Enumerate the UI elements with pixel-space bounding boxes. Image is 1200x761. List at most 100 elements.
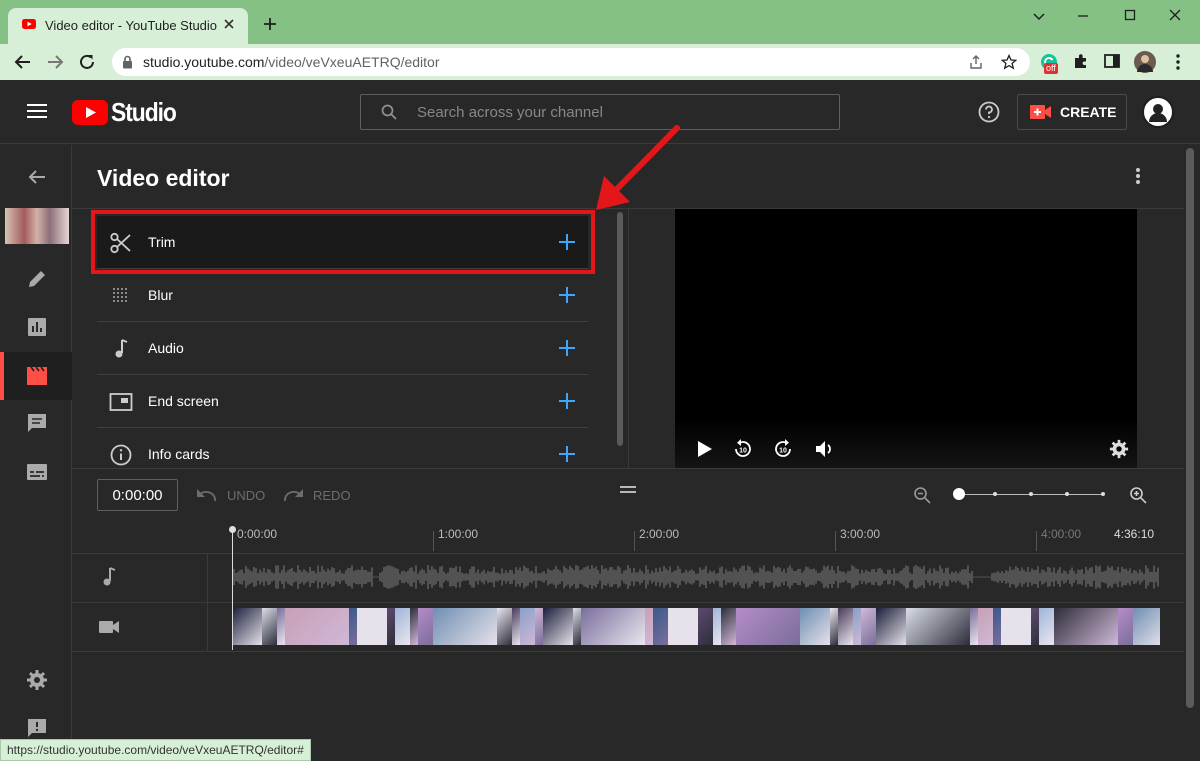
send-feedback-icon[interactable] [26,717,48,739]
channel-avatar[interactable] [1142,96,1174,128]
filmstrip-frame [410,608,418,645]
audio-track-music-icon [103,567,116,586]
filmstrip-frame [698,608,713,645]
filmstrip-frame [1031,608,1039,645]
analytics-icon[interactable] [26,316,48,338]
add-audio-plus-icon[interactable] [559,340,575,356]
close-window-icon[interactable] [1166,8,1184,24]
side-panel-icon[interactable] [1104,53,1120,69]
browser-titlebar: Video editor - YouTube Studio [0,0,1200,44]
tool-row-audio[interactable]: Audio [97,322,588,375]
page-scrollbar[interactable] [1186,148,1194,708]
filmstrip-frame [1133,608,1160,645]
zoom-in-icon[interactable] [1129,486,1147,504]
tool-row-info-cards[interactable]: Info cards [97,428,588,468]
reload-icon[interactable] [78,53,96,71]
filmstrip-frame [838,608,853,645]
filmstrip-frame [653,608,668,645]
tools-scrollbar[interactable] [617,212,623,446]
youtube-logo-icon[interactable] [72,100,108,125]
filmstrip-frame [1001,608,1031,645]
add-blur-plus-icon[interactable] [559,287,575,303]
add-end-screen-plus-icon[interactable] [559,393,575,409]
maximize-icon[interactable] [1121,8,1139,24]
grammarly-extension-icon[interactable]: off [1040,53,1060,74]
playhead[interactable] [232,529,233,650]
video-thumbnail[interactable] [5,208,69,244]
ruler-label: 4:00:00 [1041,527,1082,541]
details-pencil-icon[interactable] [26,268,48,290]
divider [72,651,1184,652]
video-filmstrip[interactable] [232,608,1160,645]
browser-menu-icon[interactable] [1170,53,1186,71]
tab-search-chevron-icon[interactable] [1030,8,1048,24]
share-icon[interactable] [968,54,984,70]
audio-waveform[interactable] [232,563,1160,591]
forward-10-icon[interactable]: 10 [772,438,794,460]
filmstrip-frame [349,608,357,645]
comments-icon[interactable] [26,412,48,434]
rewind-10-icon[interactable]: 10 [732,438,754,460]
bookmark-star-icon[interactable] [1001,54,1017,70]
ruler-label: 0:00:00 [237,527,278,541]
video-duration: 4:36:10 [1114,527,1155,541]
editor-clapperboard-icon[interactable] [26,365,48,387]
forward-arrow-icon[interactable] [46,53,64,71]
video-track-camera-icon [99,621,119,633]
extensions-puzzle-icon[interactable] [1073,53,1090,70]
settings-gear-icon[interactable] [26,669,48,691]
page-title: Video editor [97,165,230,191]
svg-text:10: 10 [779,448,787,455]
zoom-slider-knob[interactable] [953,488,965,500]
tool-row-end-screen[interactable]: End screen [97,375,588,428]
ruler-tick [1036,531,1037,551]
help-icon[interactable] [978,101,1000,123]
filmstrip-frame [978,608,993,645]
subtitles-icon[interactable] [26,461,48,483]
back-arrow-icon[interactable] [14,53,32,71]
profile-avatar[interactable] [1134,51,1156,73]
svg-text:10: 10 [739,448,747,455]
filmstrip-frame [433,608,497,645]
zoom-step [993,492,997,496]
video-player[interactable]: 10 10 [675,209,1137,468]
tool-row-blur[interactable]: Blur [97,269,588,322]
create-button[interactable]: CREATE [1017,94,1127,130]
play-icon[interactable] [693,438,715,460]
annotation-arrow-icon [596,125,680,210]
new-tab-icon[interactable] [263,17,277,31]
create-label: CREATE [1060,104,1117,120]
filmstrip-frame [387,608,395,645]
studio-logo-text: Studio [111,97,177,127]
hamburger-menu-icon[interactable] [27,103,47,119]
volume-icon[interactable] [813,438,835,460]
address-bar[interactable]: studio.youtube.com/video/veVxeuAETRQ/edi… [112,48,1030,76]
minimize-icon[interactable] [1074,8,1092,24]
current-time: 0:00:00 [112,487,163,504]
filmstrip-frame [645,608,653,645]
tab-close-icon[interactable] [222,17,236,31]
create-video-icon [1030,105,1051,119]
ruler-label: 1:00:00 [438,527,479,541]
redo-button[interactable]: REDO [313,488,351,503]
zoom-out-icon[interactable] [913,486,931,504]
current-time-field[interactable]: 0:00:00 [97,479,178,511]
filmstrip-frame [993,608,1001,645]
resize-handle-icon[interactable] [619,485,637,495]
filmstrip-frame [970,608,978,645]
redo-icon[interactable] [283,487,305,503]
add-info-card-plus-icon[interactable] [559,446,575,462]
back-to-content-icon[interactable] [26,166,48,188]
player-settings-gear-icon[interactable] [1109,439,1129,459]
end-screen-icon [109,393,133,411]
url-host: studio.youtube.com [143,54,265,70]
playhead-handle[interactable] [229,526,236,533]
undo-icon[interactable] [195,487,217,503]
undo-button[interactable]: UNDO [227,488,265,503]
filmstrip-frame [277,608,285,645]
tool-label: Audio [148,340,184,356]
filmstrip-frame [285,608,349,645]
more-options-icon[interactable] [1130,166,1146,186]
browser-tab[interactable]: Video editor - YouTube Studio [8,8,248,44]
filmstrip-frame [668,608,698,645]
